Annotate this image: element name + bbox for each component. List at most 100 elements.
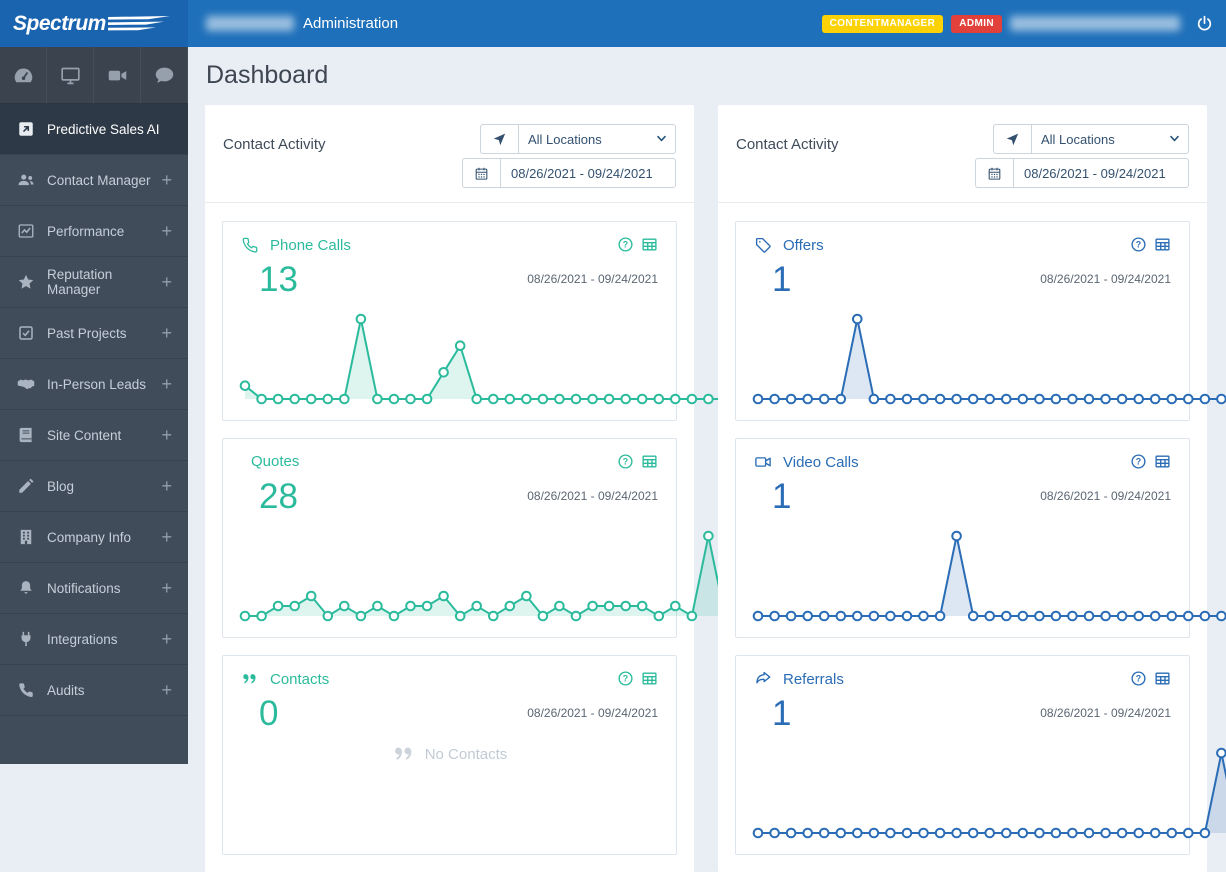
sidebar-item-site-content[interactable]: Site Content + bbox=[0, 410, 188, 461]
expand-plus-icon[interactable]: + bbox=[161, 528, 172, 546]
metric-date-range: 08/26/2021 - 09/24/2021 bbox=[527, 706, 658, 720]
app-title: Administration bbox=[303, 15, 399, 32]
sidebar-item-past-projects[interactable]: Past Projects + bbox=[0, 308, 188, 359]
metric-card-contacts: Contacts? 0 08/26/2021 - 09/24/2021 No Cont… bbox=[222, 655, 677, 855]
sidebar-item-integrations[interactable]: Integrations + bbox=[0, 614, 188, 665]
metric-value: 13 bbox=[259, 260, 298, 299]
metric-card-referrals: Referrals? 1 08/26/2021 - 09/24/2021 bbox=[735, 655, 1226, 855]
metric-date-range: 08/26/2021 - 09/24/2021 bbox=[1040, 706, 1171, 720]
sidebar-item-blog[interactable]: Blog + bbox=[0, 461, 188, 512]
help-icon[interactable]: ? bbox=[617, 670, 634, 687]
help-icon[interactable]: ? bbox=[617, 453, 634, 470]
sidebar-tab-speedometer[interactable] bbox=[0, 47, 47, 103]
panel-title: Contact Activity bbox=[736, 136, 839, 153]
table-view-icon[interactable] bbox=[1154, 236, 1171, 253]
sidebar-tab-video-camera[interactable] bbox=[94, 47, 141, 103]
external-link-square-icon bbox=[17, 120, 35, 138]
location-filter-group: All Locations bbox=[993, 124, 1189, 154]
location-arrow-icon bbox=[480, 124, 518, 154]
empty-state-message: No Contacts bbox=[424, 745, 508, 763]
metric-card-actions: ? bbox=[617, 236, 658, 253]
sidebar-tab-chat-bubble[interactable] bbox=[141, 47, 188, 103]
book-icon bbox=[17, 426, 35, 444]
metric-value: 0 bbox=[259, 694, 279, 733]
expand-plus-icon[interactable]: + bbox=[161, 579, 172, 597]
share-arrow-icon bbox=[754, 670, 772, 688]
sidebar-item-predictive-sales-ai[interactable]: Predictive Sales AI bbox=[0, 104, 188, 155]
expand-plus-icon[interactable]: + bbox=[161, 375, 172, 393]
sidebar-item-notifications[interactable]: Notifications + bbox=[0, 563, 188, 614]
sidebar-icon-tabs bbox=[0, 47, 188, 104]
help-icon[interactable]: ? bbox=[1130, 236, 1147, 253]
sidebar-item-label: Company Info bbox=[47, 529, 132, 545]
quote-right-icon bbox=[392, 742, 416, 766]
panel-heading: Contact Activity All Locations bbox=[718, 105, 1207, 203]
quote-right-icon bbox=[241, 670, 259, 688]
sidebar-item-company-info[interactable]: Company Info + bbox=[0, 512, 188, 563]
handshake-icon bbox=[17, 375, 35, 393]
check-square-icon bbox=[17, 324, 35, 342]
app-header: Spectrum Administration CONTENTMANAGER A… bbox=[0, 0, 1226, 47]
help-icon[interactable]: ? bbox=[1130, 670, 1147, 687]
logout-power-icon[interactable] bbox=[1196, 15, 1213, 32]
metric-date-range: 08/26/2021 - 09/24/2021 bbox=[527, 272, 658, 286]
date-range-input[interactable] bbox=[500, 158, 676, 188]
header-title-area: Administration bbox=[188, 15, 398, 32]
location-select[interactable]: All Locations bbox=[1031, 124, 1189, 154]
sidebar-item-label: Contact Manager bbox=[47, 172, 151, 188]
metric-value: 1 bbox=[772, 477, 792, 516]
role-badge-admin: ADMIN bbox=[951, 14, 1002, 33]
svg-text:?: ? bbox=[623, 674, 628, 684]
chart-line-icon bbox=[17, 222, 35, 240]
table-view-icon[interactable] bbox=[1154, 453, 1171, 470]
sidebar-item-reputation-manager[interactable]: Reputation Manager + bbox=[0, 257, 188, 308]
expand-plus-icon[interactable]: + bbox=[161, 222, 172, 240]
users-icon bbox=[17, 171, 35, 189]
sidebar-tab-desktop[interactable] bbox=[47, 47, 94, 103]
phone-outline-icon bbox=[241, 236, 259, 254]
location-select[interactable]: All Locations bbox=[518, 124, 676, 154]
phone-icon bbox=[17, 681, 35, 699]
sidebar-item-performance[interactable]: Performance + bbox=[0, 206, 188, 257]
table-view-icon[interactable] bbox=[1154, 670, 1171, 687]
expand-plus-icon[interactable]: + bbox=[161, 630, 172, 648]
sidebar-item-in-person-leads[interactable]: In-Person Leads + bbox=[0, 359, 188, 410]
sidebar-menu: Predictive Sales AI Contact Manager + Perfo… bbox=[0, 104, 188, 716]
expand-plus-icon[interactable]: + bbox=[161, 171, 172, 189]
help-icon[interactable]: ? bbox=[617, 236, 634, 253]
table-view-icon[interactable] bbox=[641, 453, 658, 470]
metric-card-video-calls: Video Calls? 1 08/26/2021 - 09/24/2021 bbox=[735, 438, 1226, 638]
metric-card-phone-calls: Phone Calls? 13 08/26/2021 - 09/24/2021 bbox=[222, 221, 731, 421]
metric-value: 28 bbox=[259, 477, 298, 516]
table-view-icon[interactable] bbox=[641, 670, 658, 687]
sparkline-chart bbox=[236, 523, 734, 625]
sidebar-item-label: Blog bbox=[47, 478, 75, 494]
metric-value: 1 bbox=[772, 260, 792, 299]
expand-plus-icon[interactable]: + bbox=[161, 273, 172, 291]
help-icon[interactable]: ? bbox=[1130, 453, 1147, 470]
plug-icon bbox=[17, 630, 35, 648]
sidebar-item-label: Past Projects bbox=[47, 325, 127, 341]
sidebar-item-audits[interactable]: Audits + bbox=[0, 665, 188, 716]
metric-card-title: Quotes bbox=[251, 453, 300, 470]
table-view-icon[interactable] bbox=[641, 236, 658, 253]
expand-plus-icon[interactable]: + bbox=[161, 324, 172, 342]
expand-plus-icon[interactable]: + bbox=[161, 477, 172, 495]
metric-card-actions: ? bbox=[1130, 236, 1171, 253]
date-range-group bbox=[462, 158, 676, 188]
calendar-icon bbox=[975, 158, 1013, 188]
tag-icon bbox=[754, 236, 772, 254]
brand-logo: Spectrum bbox=[0, 0, 188, 47]
metric-card-title: Offers bbox=[783, 236, 824, 254]
metric-card-title: Video Calls bbox=[783, 453, 859, 471]
brand-swoosh-icon bbox=[107, 15, 170, 30]
redacted-account-name bbox=[206, 16, 294, 31]
sparkline-chart bbox=[749, 740, 1226, 842]
expand-plus-icon[interactable]: + bbox=[161, 426, 172, 444]
sidebar-item-label: Predictive Sales AI bbox=[47, 121, 160, 137]
location-filter-group: All Locations bbox=[480, 124, 676, 154]
header-user-area: CONTENTMANAGER ADMIN bbox=[821, 14, 1226, 33]
expand-plus-icon[interactable]: + bbox=[161, 681, 172, 699]
date-range-input[interactable] bbox=[1013, 158, 1189, 188]
sidebar-item-contact-manager[interactable]: Contact Manager + bbox=[0, 155, 188, 206]
